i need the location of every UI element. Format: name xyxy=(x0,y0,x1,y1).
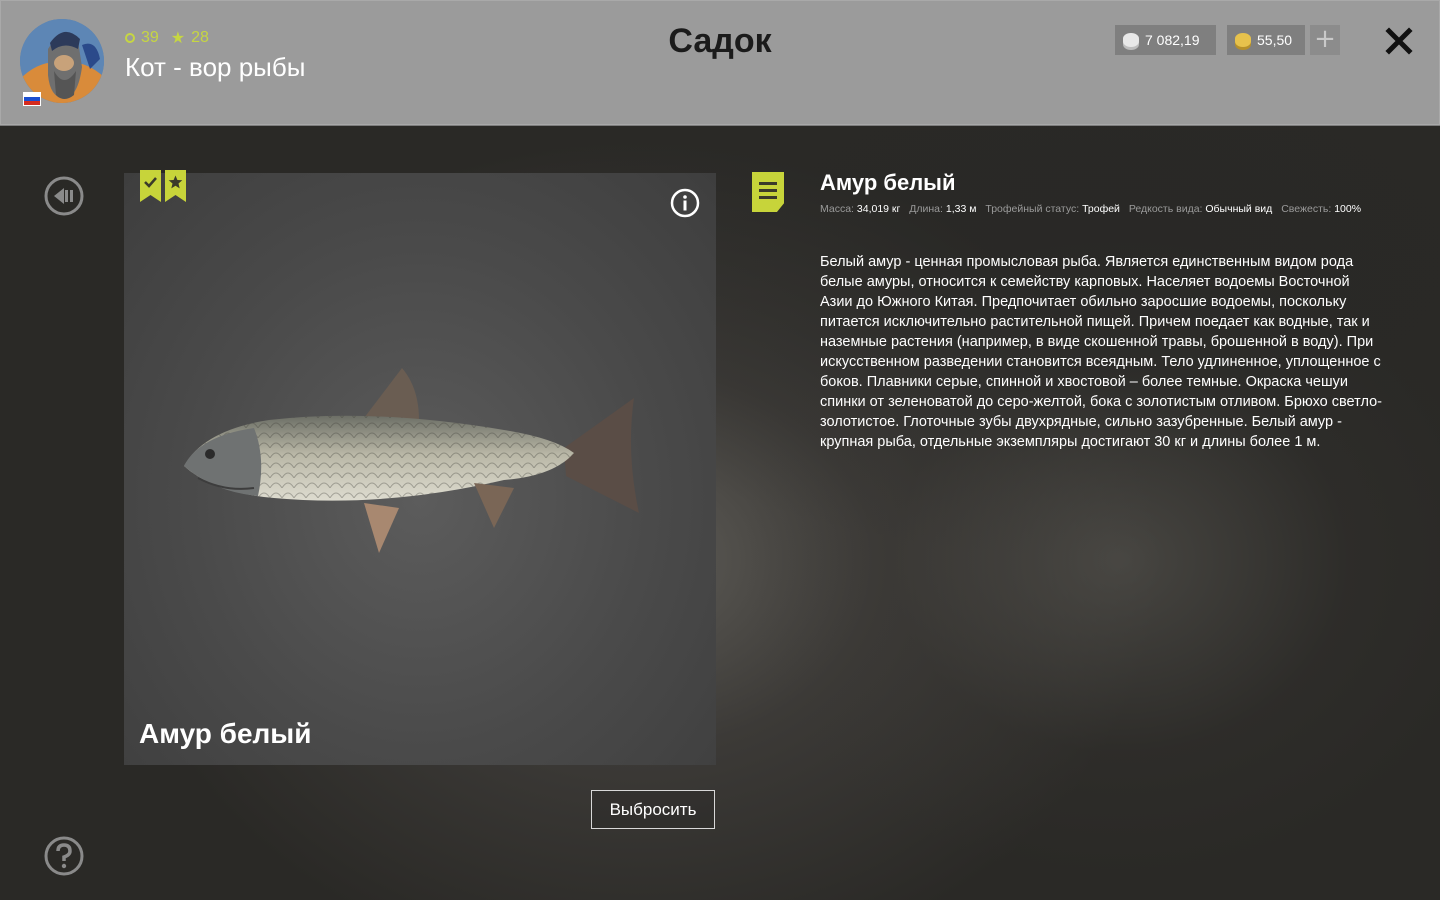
silver-amount: 7 082,19 xyxy=(1145,32,1200,48)
check-badge-icon xyxy=(140,170,161,202)
discard-button[interactable]: Выбросить xyxy=(591,790,715,829)
silver-coin-icon xyxy=(1123,33,1139,47)
fish-title: Амур белый xyxy=(820,170,956,195)
gold-balance: 55,50 xyxy=(1227,25,1305,55)
page-title: Садок xyxy=(668,22,772,60)
info-icon xyxy=(670,188,700,218)
silver-balance: 7 082,19 xyxy=(1115,25,1216,55)
close-button[interactable] xyxy=(1382,24,1416,58)
stat-mass: Масса: 34,019 кг xyxy=(820,203,901,215)
top-bar: 39 ★ 28 Кот - вор рыбы Садок 7 082,19 55… xyxy=(0,0,1440,126)
fish-preview-panel: Амур белый xyxy=(124,170,716,765)
star-badge-icon xyxy=(165,170,186,202)
back-icon xyxy=(44,176,84,216)
fish-stats: Масса: 34,019 кг Длина: 1,33 м Трофейный… xyxy=(820,203,1367,215)
help-icon xyxy=(44,836,84,876)
note-icon xyxy=(752,172,784,212)
stat-trophy-status: Трофейный статус: Трофей xyxy=(985,203,1120,215)
fish-image xyxy=(184,368,639,553)
plus-icon: + xyxy=(1314,24,1336,54)
gold-amount: 55,50 xyxy=(1257,32,1293,48)
gold-coin-icon xyxy=(1235,33,1251,47)
help-button[interactable] xyxy=(44,836,84,876)
country-flag xyxy=(23,92,41,106)
add-currency-button[interactable]: + xyxy=(1310,25,1340,55)
back-button[interactable] xyxy=(44,176,84,216)
stat-rarity: Редкость вида: Обычный вид xyxy=(1128,203,1273,215)
info-button[interactable] xyxy=(670,188,700,218)
fish-name-overlay: Амур белый xyxy=(139,718,312,749)
stat-freshness: Свежесть: 100% xyxy=(1281,203,1362,215)
stat-length: Длина: 1,33 м xyxy=(909,203,977,215)
close-icon xyxy=(1385,27,1413,55)
fish-description: Белый амур - ценная промысловая рыба. Яв… xyxy=(820,254,1382,450)
